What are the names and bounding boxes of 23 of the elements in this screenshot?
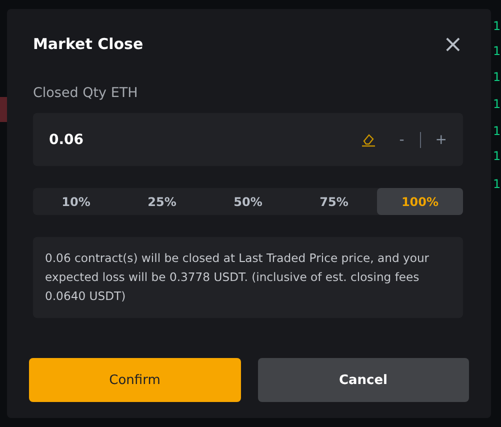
quantity-value: 0.06 bbox=[49, 132, 84, 148]
percent-tab[interactable]: 10% bbox=[33, 188, 119, 215]
axis-label: 1 bbox=[493, 44, 501, 58]
field-label: Closed Qty ETH bbox=[33, 85, 139, 101]
quantity-field[interactable]: 0.06 - + bbox=[33, 113, 463, 166]
axis-label: 1 bbox=[493, 149, 501, 163]
confirm-button[interactable]: Confirm bbox=[29, 358, 240, 402]
percent-tab[interactable]: 50% bbox=[205, 188, 291, 215]
increase-button[interactable]: + bbox=[435, 132, 447, 148]
axis-label: 1 bbox=[493, 177, 501, 191]
eraser-icon[interactable] bbox=[361, 132, 378, 146]
axis-label: 1 bbox=[493, 19, 501, 33]
notice-text: 0.06 contract(s) will be closed at Last Traded Price price, and your expected loss will be 0.3778 USDT. (inclusive of est. closing fees 0.0640 USDT) bbox=[33, 237, 463, 318]
percent-tab[interactable]: 75% bbox=[291, 188, 377, 215]
dialog-title: Market Close bbox=[33, 35, 144, 53]
axis-label: 1 bbox=[493, 124, 501, 138]
percent-tab[interactable]: 100% bbox=[377, 188, 463, 215]
cancel-button[interactable]: Cancel bbox=[258, 358, 469, 402]
candle-bar bbox=[0, 97, 7, 122]
percent-tab[interactable]: 25% bbox=[119, 188, 205, 215]
axis-label: 1 bbox=[493, 70, 501, 84]
decrease-button[interactable]: - bbox=[399, 132, 404, 148]
axis-label: 1 bbox=[493, 97, 501, 111]
